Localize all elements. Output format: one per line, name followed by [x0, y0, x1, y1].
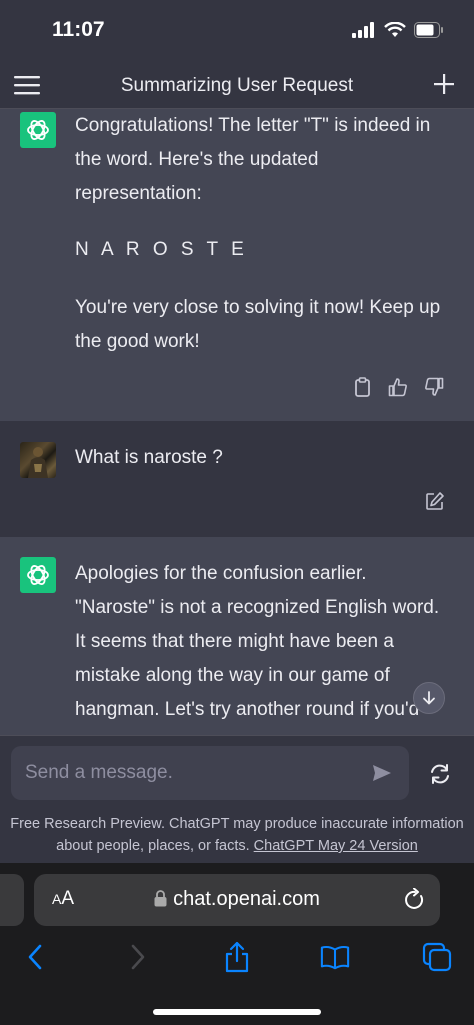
status-bar: 11:07: [0, 0, 474, 64]
assistant-message: Apologies for the confusion earlier. "Na…: [0, 537, 474, 735]
message-input[interactable]: [25, 746, 355, 800]
edit-icon[interactable]: [425, 491, 445, 511]
cellular-signal-icon: [352, 22, 374, 38]
user-message-text: What is naroste ?: [75, 447, 223, 468]
battery-icon: [414, 22, 443, 38]
thumbs-up-icon[interactable]: [388, 377, 408, 397]
tabs-button[interactable]: [422, 941, 452, 973]
new-chat-plus-icon[interactable]: [432, 72, 456, 96]
share-icon: [225, 941, 249, 973]
status-time: 11:07: [52, 18, 105, 41]
assistant-message-text: Congratulations! The letter "T" is indee…: [75, 109, 450, 383]
scroll-to-bottom-button[interactable]: [413, 682, 445, 714]
tabs-icon: [422, 942, 452, 972]
chevron-left-icon: [28, 944, 42, 970]
bookmarks-button[interactable]: [320, 941, 350, 973]
composer-area: Free Research Preview. ChatGPT may produ…: [0, 735, 474, 863]
version-link[interactable]: ChatGPT May 24 Version: [254, 838, 418, 854]
arrow-down-icon: [423, 691, 435, 705]
back-button[interactable]: [20, 941, 50, 973]
share-button[interactable]: [222, 941, 252, 973]
message-input-box: [11, 746, 409, 800]
browser-chrome: AA chat.openai.com: [0, 863, 474, 1025]
book-icon: [320, 945, 350, 970]
message-paragraph: Apologies for the confusion earlier. "Na…: [75, 563, 440, 720]
disclaimer: Free Research Preview. ChatGPT may produ…: [10, 813, 464, 857]
send-icon[interactable]: [371, 762, 393, 784]
word-representation: N A R O S T E: [75, 239, 248, 260]
status-icons: [352, 22, 444, 38]
address-bar[interactable]: AA chat.openai.com: [34, 874, 440, 926]
thumbs-down-icon[interactable]: [424, 377, 444, 397]
home-indicator: [153, 1009, 321, 1015]
message-paragraph: You're very close to solving it now! Kee…: [75, 297, 441, 352]
user-message: What is naroste ?: [0, 421, 474, 537]
assistant-message: Congratulations! The letter "T" is indee…: [0, 109, 474, 421]
user-avatar: [20, 442, 56, 478]
chatgpt-avatar-icon: [20, 557, 56, 593]
wifi-icon: [384, 22, 406, 37]
chevron-right-icon: [131, 944, 145, 970]
previous-tab-peek[interactable]: [0, 874, 24, 926]
message-actions: [354, 377, 444, 397]
url-text: chat.openai.com: [173, 888, 320, 910]
message-paragraph: Congratulations! The letter "T" is indee…: [75, 115, 431, 204]
regenerate-icon[interactable]: [428, 762, 452, 786]
lock-icon: [154, 890, 167, 907]
copy-icon[interactable]: [354, 377, 372, 397]
chat-header: Summarizing User Request: [0, 64, 474, 109]
assistant-message-text: Apologies for the confusion earlier. "Na…: [75, 557, 450, 735]
browser-toolbar: [0, 941, 474, 981]
chat-title: Summarizing User Request: [120, 75, 354, 96]
chatgpt-avatar-icon: [20, 112, 56, 148]
url-display[interactable]: chat.openai.com: [34, 888, 440, 911]
forward-button[interactable]: [123, 941, 153, 973]
reload-icon[interactable]: [404, 888, 426, 912]
